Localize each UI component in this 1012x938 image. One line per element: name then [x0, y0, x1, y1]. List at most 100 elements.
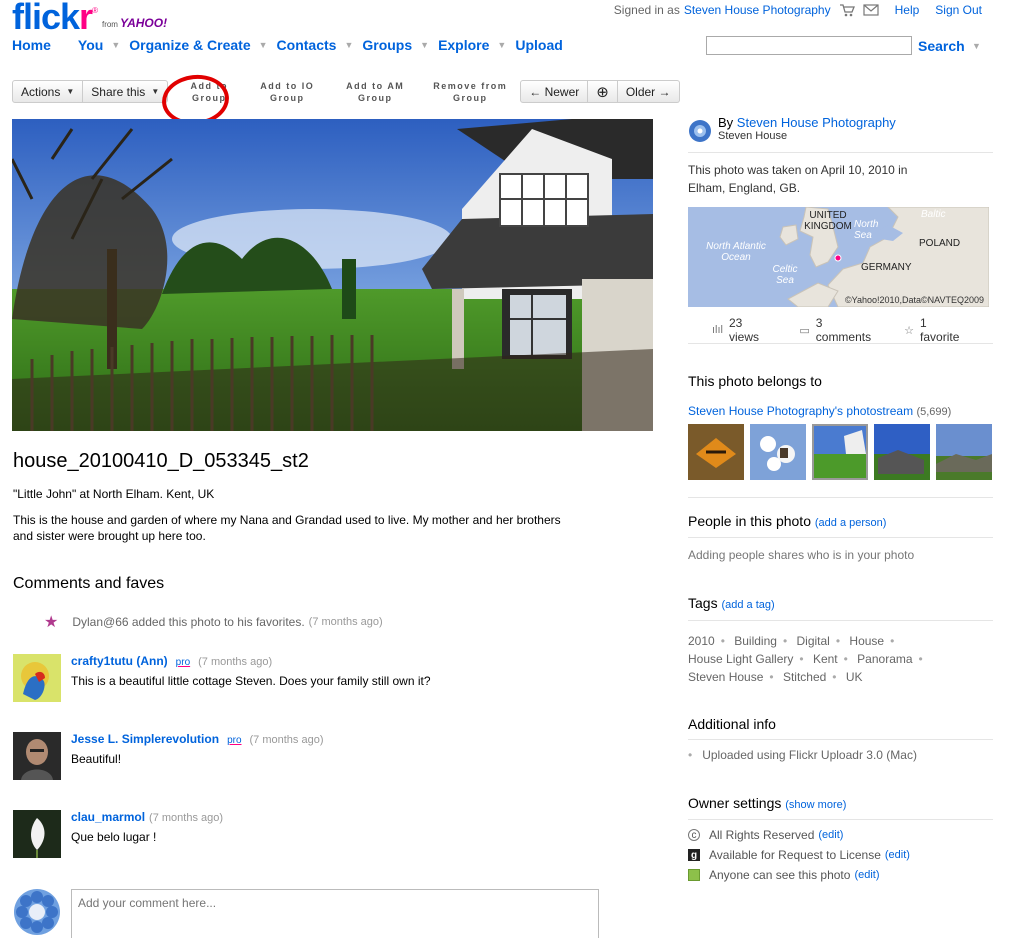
map-label: UNITED KINGDOM	[804, 210, 852, 232]
location-map[interactable]: UNITED KINGDOM North Sea Baltic POLAND N…	[688, 207, 989, 307]
favorites-count[interactable]: 1 favorite	[920, 316, 967, 344]
tag[interactable]: Digital	[797, 634, 830, 648]
signed-in-user-link[interactable]: Steven House Photography	[684, 3, 831, 17]
avatar[interactable]	[13, 888, 61, 936]
sign-out-link[interactable]: Sign Out	[935, 3, 982, 17]
zoom-icon[interactable]: ⊕	[588, 80, 618, 103]
search-button[interactable]: Search	[918, 38, 965, 54]
divider	[688, 739, 993, 740]
thumbnail[interactable]	[688, 424, 744, 480]
tag[interactable]: Panorama	[857, 652, 912, 666]
tag[interactable]: House	[849, 634, 884, 648]
search-input[interactable]	[706, 36, 912, 55]
comment-author[interactable]: clau_marmol	[71, 810, 145, 824]
add-tag-link[interactable]: (add a tag)	[721, 599, 774, 611]
share-this-button[interactable]: Share this ▼	[83, 80, 169, 103]
copyright-icon: c	[688, 829, 700, 841]
owner-link[interactable]: Steven House Photography	[737, 115, 896, 130]
nav-you[interactable]: You	[78, 37, 103, 53]
main-photo[interactable]	[12, 119, 653, 431]
thumbnail[interactable]	[936, 424, 992, 480]
map-copyright: ©Yahoo!2010,Data©NAVTEQ2009	[845, 295, 985, 305]
avatar[interactable]	[13, 810, 61, 858]
chevron-down-icon[interactable]: ▼	[259, 40, 268, 50]
divider	[688, 343, 993, 344]
chevron-down-icon: ▼	[66, 87, 75, 96]
comment-timestamp: (7 months ago)	[249, 734, 324, 746]
chevron-down-icon[interactable]: ▼	[344, 40, 353, 50]
views-icon: ılıl	[712, 324, 723, 336]
tag[interactable]: Kent	[813, 652, 838, 666]
avatar[interactable]	[13, 654, 61, 702]
nav-contacts[interactable]: Contacts	[277, 37, 337, 53]
show-more-link[interactable]: (show more)	[785, 799, 846, 811]
nav-organize-create[interactable]: Organize & Create	[129, 37, 250, 53]
edit-privacy-link[interactable]: (edit)	[854, 869, 879, 881]
belongs-heading: This photo belongs to	[688, 373, 822, 389]
divider	[688, 537, 993, 538]
cart-icon[interactable]	[839, 4, 855, 17]
comment-icon: ▭	[799, 324, 810, 337]
signed-in-prefix: Signed in as	[613, 3, 680, 17]
privacy-setting: Anyone can see this photo (edit)	[688, 868, 993, 882]
logo-from: from	[101, 20, 118, 29]
nav-groups[interactable]: Groups	[362, 37, 412, 53]
older-button[interactable]: Older →	[617, 80, 680, 103]
comment-author[interactable]: crafty1tutu (Ann)	[71, 654, 168, 668]
add-to-io-group-button[interactable]: Add to IO Group	[247, 80, 327, 104]
avatar[interactable]	[13, 732, 61, 780]
mail-icon[interactable]	[863, 4, 879, 16]
chevron-down-icon: ▼	[151, 87, 160, 96]
tag[interactable]: UK	[846, 670, 863, 684]
actions-menu-button[interactable]: Actions ▼	[12, 80, 84, 103]
help-link[interactable]: Help	[895, 3, 920, 17]
chevron-down-icon[interactable]: ▼	[497, 40, 506, 50]
nav-home[interactable]: Home	[12, 37, 51, 53]
views-count: 23 views	[729, 316, 760, 344]
comment-timestamp: (7 months ago)	[149, 812, 224, 824]
public-icon	[688, 869, 700, 881]
edit-request-license-link[interactable]: (edit)	[885, 849, 910, 861]
flickr-logo[interactable]: flickr ® from YAHOO!	[12, 0, 168, 35]
add-person-link[interactable]: (add a person)	[815, 517, 887, 529]
owner-avatar[interactable]	[688, 119, 712, 143]
people-heading: People in this photo (add a person)	[688, 513, 887, 529]
add-to-am-group-button[interactable]: Add to AM Group	[335, 80, 415, 104]
comment-text: Beautiful!	[71, 752, 122, 766]
remove-from-group-button[interactable]: Remove from Group	[425, 80, 515, 104]
tag[interactable]: Building	[734, 634, 777, 648]
logo-registered-mark: ®	[92, 6, 98, 15]
thumbnail[interactable]	[874, 424, 930, 480]
tag[interactable]: 2010	[688, 634, 715, 648]
comment-item: clau_marmol (7 months ago) Que belo lugar…	[13, 810, 633, 858]
thumbnail-current[interactable]	[811, 423, 869, 481]
chevron-down-icon[interactable]: ▼	[972, 41, 981, 51]
nav-upload[interactable]: Upload	[515, 37, 562, 53]
edit-license-link[interactable]: (edit)	[818, 829, 843, 841]
comments-count[interactable]: 3 comments	[816, 316, 878, 344]
map-label: GERMANY	[861, 262, 912, 273]
pro-badge[interactable]: pro	[227, 735, 241, 746]
logo-yahoo: YAHOO!	[119, 16, 168, 30]
divider	[688, 497, 993, 498]
photo-description: This is the house and garden of where my…	[13, 513, 561, 543]
chevron-down-icon[interactable]: ▼	[420, 40, 429, 50]
nav-explore[interactable]: Explore	[438, 37, 489, 53]
getty-icon: g	[688, 849, 700, 861]
map-label: Celtic Sea	[772, 264, 798, 286]
tag[interactable]: House Light Gallery	[688, 652, 793, 666]
owner-real-name: Steven House	[718, 130, 788, 142]
account-bar: Signed in as Steven House Photography He…	[614, 3, 982, 17]
chevron-down-icon[interactable]: ▼	[111, 40, 120, 50]
tag[interactable]: Stitched	[783, 670, 826, 684]
newer-button[interactable]: ← Newer	[520, 80, 589, 103]
comment-author[interactable]: Jesse L. Simplerevolution	[71, 732, 219, 746]
photostream-link[interactable]: Steven House Photography's photostream	[688, 404, 913, 418]
pro-badge[interactable]: pro	[176, 657, 190, 668]
divider	[688, 620, 993, 621]
comment-input[interactable]	[71, 889, 599, 938]
tags-heading: Tags (add a tag)	[688, 595, 775, 611]
thumbnail[interactable]	[750, 424, 806, 480]
by-label: By	[718, 115, 734, 130]
tag[interactable]: Steven House	[688, 670, 763, 684]
